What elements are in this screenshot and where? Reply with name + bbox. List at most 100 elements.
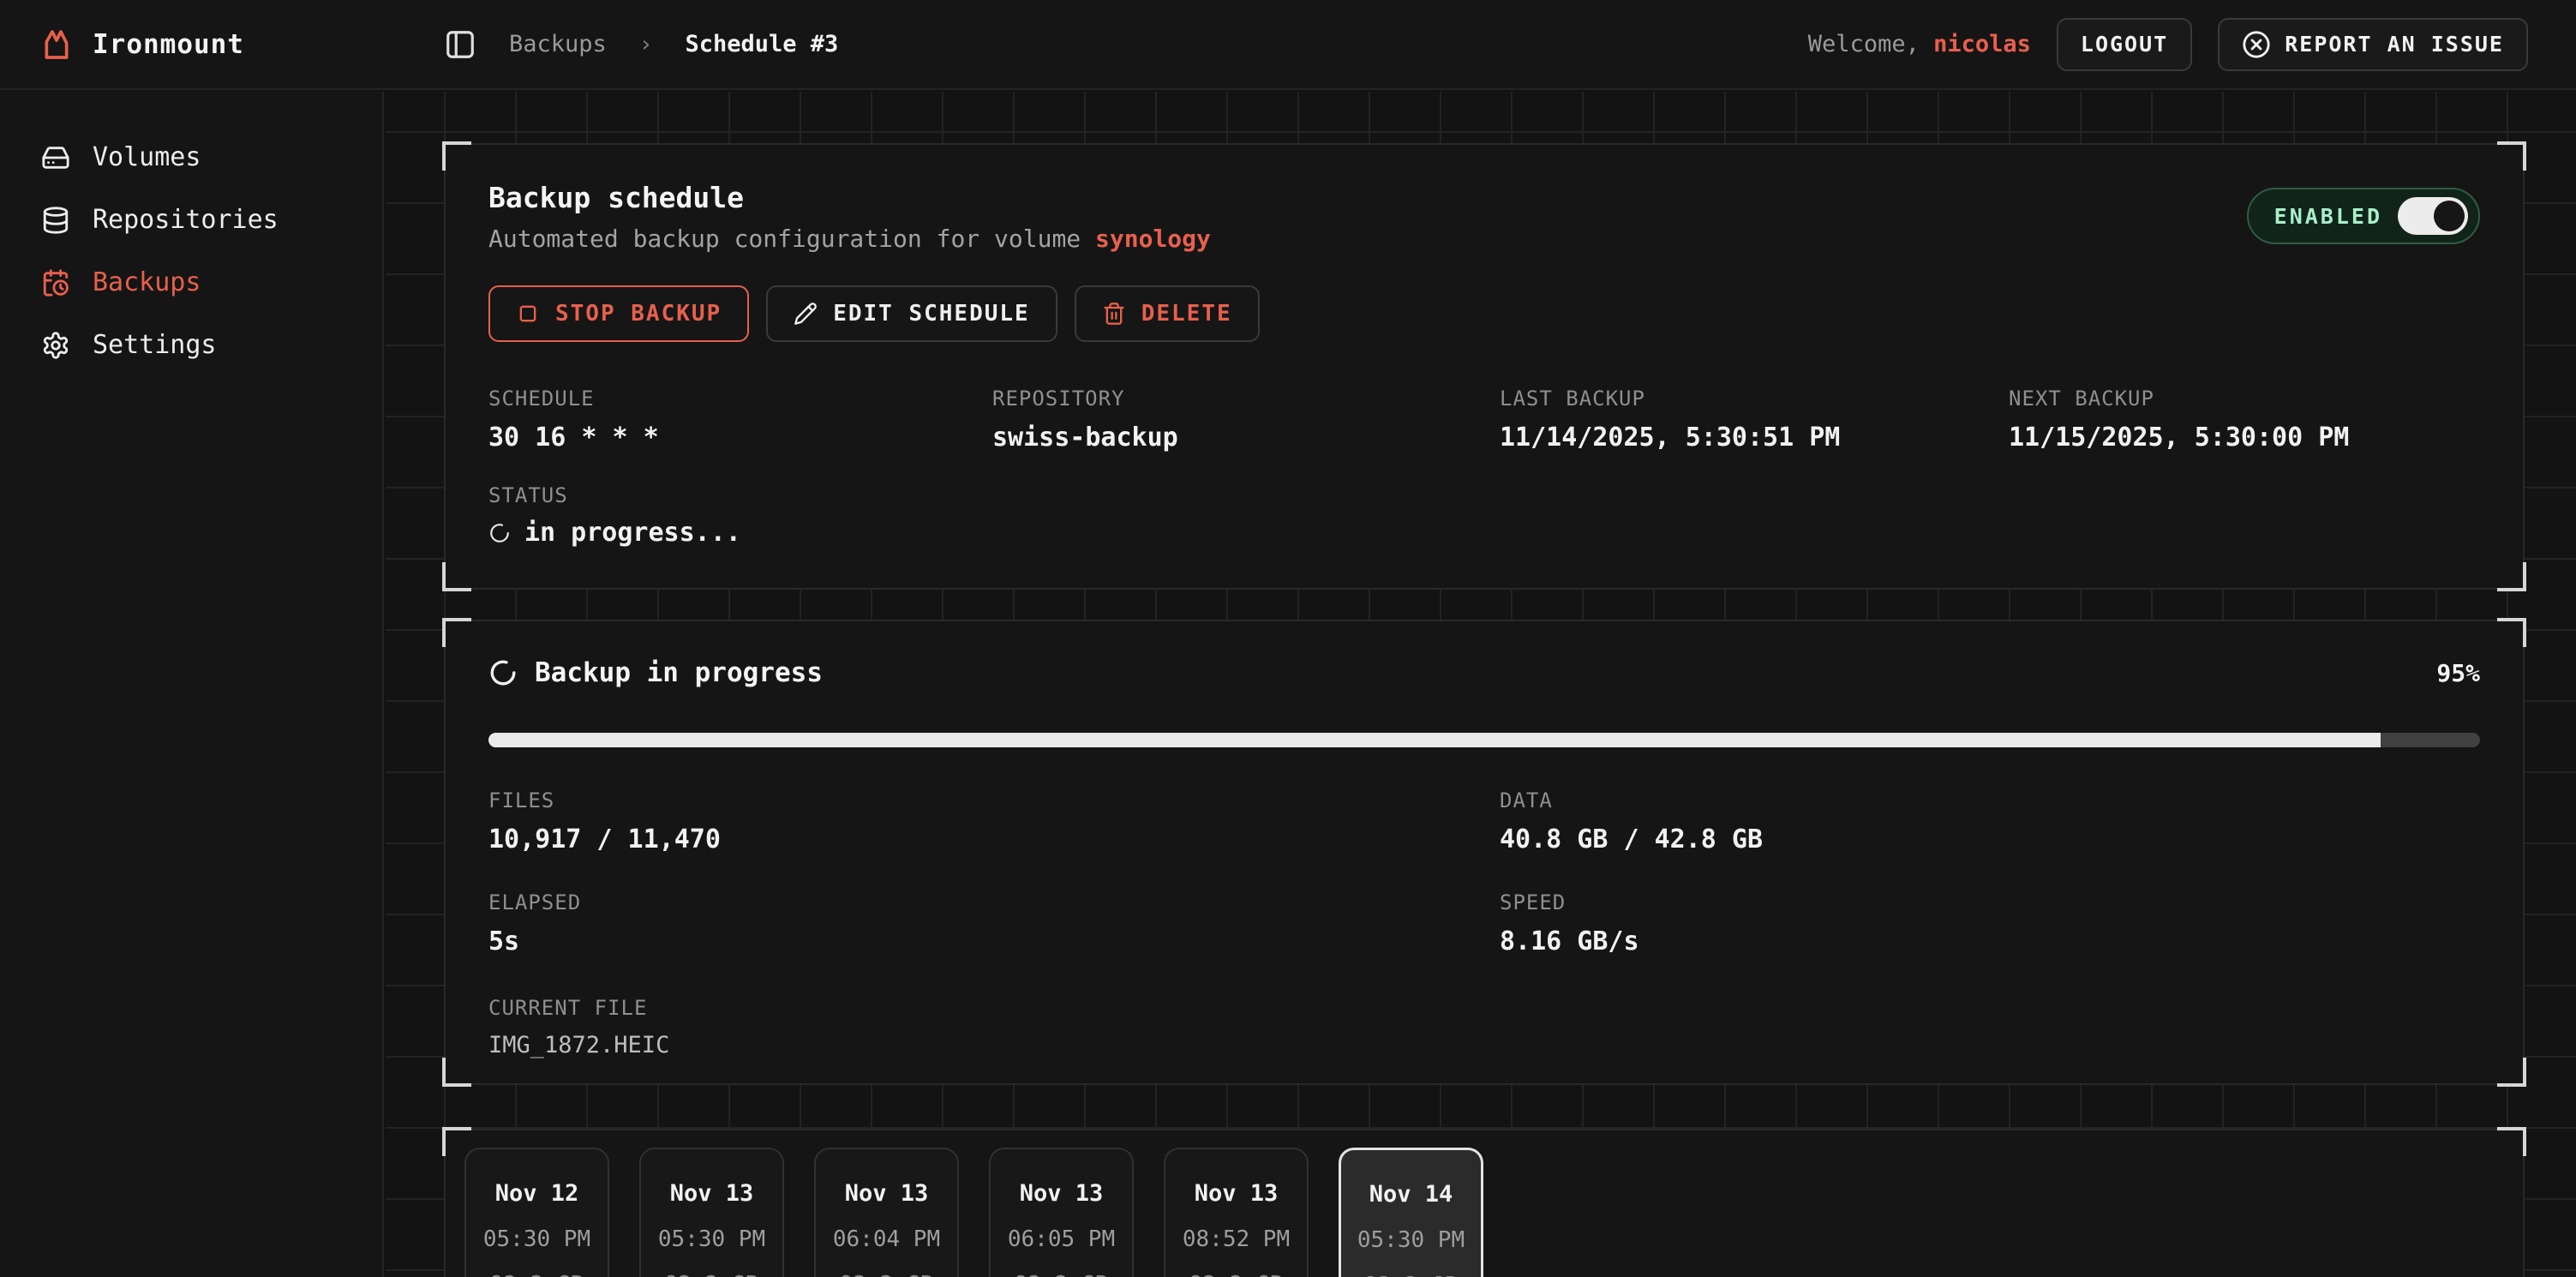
sidebar: Volumes Repositories Backups Settings <box>0 92 384 1277</box>
snapshot-card[interactable]: Nov 13 06:05 PM 92.2 GB <box>989 1148 1134 1277</box>
field-value: 11/14/2025, 5:30:51 PM <box>1500 423 2009 453</box>
enabled-label: ENABLED <box>2274 204 2382 229</box>
stat-elapsed: ELAPSED 5s <box>488 890 1500 956</box>
snapshot-size: 92.2 GB <box>665 1272 759 1277</box>
stat-value: 40.8 GB / 42.8 GB <box>1500 824 2480 854</box>
corner-bracket <box>442 141 471 171</box>
stop-backup-button[interactable]: STOP BACKUP <box>488 285 749 342</box>
stat-label: DATA <box>1500 788 2480 812</box>
chevron-right-icon: › <box>639 32 653 57</box>
snapshot-time: 05:30 PM <box>1357 1227 1465 1253</box>
snapshot-time: 05:30 PM <box>658 1226 765 1252</box>
edit-schedule-label: EDIT SCHEDULE <box>833 301 1030 327</box>
field-label: SCHEDULE <box>488 387 992 411</box>
snapshot-card-selected[interactable]: Nov 14 05:30 PM 92.2 GB <box>1339 1148 1483 1277</box>
corner-bracket <box>442 618 471 647</box>
stat-label: SPEED <box>1500 890 2480 914</box>
subtitle-prefix: Automated backup configuration for volum… <box>488 225 1095 253</box>
snapshot-date: Nov 13 <box>670 1180 754 1207</box>
snapshot-size: 92.2 GB <box>1189 1272 1284 1277</box>
stat-speed: SPEED 8.16 GB/s <box>1500 890 2480 956</box>
gear-icon <box>41 331 70 360</box>
field-value: 30 16 * * * <box>488 423 992 453</box>
snapshot-time: 06:05 PM <box>1008 1226 1115 1252</box>
sidebar-item-label: Volumes <box>93 142 201 172</box>
sidebar-item-settings[interactable]: Settings <box>0 314 382 376</box>
sidebar-item-backups[interactable]: Backups <box>0 251 382 314</box>
field-label: NEXT BACKUP <box>2009 387 2480 411</box>
ironmount-logo-icon <box>39 27 74 62</box>
card-subtitle: Automated backup configuration for volum… <box>488 225 1211 253</box>
stat-data: DATA 40.8 GB / 42.8 GB <box>1500 788 2480 854</box>
snapshot-size: 92.2 GB <box>490 1272 584 1277</box>
snapshot-size: 92.2 GB <box>1015 1272 1109 1277</box>
field-value: swiss-backup <box>992 423 1500 453</box>
snapshot-date: Nov 13 <box>845 1180 929 1207</box>
progress-bar-track <box>488 733 2480 747</box>
snapshot-date: Nov 13 <box>1195 1180 1279 1207</box>
progress-title-wrap: Backup in progress <box>488 657 823 688</box>
report-issue-label: REPORT AN ISSUE <box>2285 32 2504 57</box>
breadcrumb-section[interactable]: Backups <box>509 31 607 57</box>
panel-left-icon[interactable] <box>444 28 476 61</box>
top-bar: Ironmount Backups › Schedule #3 Welcome,… <box>0 0 2576 90</box>
snapshot-card[interactable]: Nov 13 06:04 PM 92.2 GB <box>814 1148 959 1277</box>
progress-title: Backup in progress <box>535 657 823 688</box>
schedule-card-header: Backup schedule Automated backup configu… <box>488 181 2480 253</box>
spinner-icon <box>488 522 511 544</box>
field-schedule: SCHEDULE 30 16 * * * <box>488 387 992 453</box>
corner-bracket <box>442 1127 471 1156</box>
current-file-value: IMG_1872.HEIC <box>488 1032 2480 1058</box>
backup-progress-card: Backup in progress 95% FILES 10,917 / 11… <box>444 620 2525 1085</box>
progress-header: Backup in progress 95% <box>488 657 2480 688</box>
field-last-backup: LAST BACKUP 11/14/2025, 5:30:51 PM <box>1500 387 2009 453</box>
stat-label: ELAPSED <box>488 890 1500 914</box>
trash-icon <box>1102 302 1126 326</box>
sidebar-item-volumes[interactable]: Volumes <box>0 126 382 189</box>
snapshot-list: Nov 12 05:30 PM 92.2 GB Nov 13 05:30 PM … <box>464 1148 2504 1277</box>
corner-bracket <box>2497 1127 2526 1156</box>
schedule-fields: SCHEDULE 30 16 * * * REPOSITORY swiss-ba… <box>488 387 2480 453</box>
delete-label: DELETE <box>1141 301 1232 327</box>
sidebar-item-repositories[interactable]: Repositories <box>0 189 382 251</box>
app-title: Ironmount <box>93 29 244 60</box>
toggle-knob <box>2434 201 2465 231</box>
current-file-block: CURRENT FILE IMG_1872.HEIC <box>488 996 2480 1058</box>
stat-label: FILES <box>488 788 1500 812</box>
snapshot-card[interactable]: Nov 12 05:30 PM 92.2 GB <box>464 1148 609 1277</box>
database-icon <box>41 206 70 235</box>
stat-value: 10,917 / 11,470 <box>488 824 1500 854</box>
header-actions: Welcome, nicolas LOGOUT REPORT AN ISSUE <box>1808 18 2576 71</box>
welcome-text: Welcome, nicolas <box>1808 31 2031 57</box>
progress-fill <box>488 733 2381 747</box>
corner-bracket <box>2497 1058 2526 1087</box>
toggle-switch[interactable] <box>2398 197 2468 235</box>
report-issue-button[interactable]: REPORT AN ISSUE <box>2218 18 2528 71</box>
logout-button[interactable]: LOGOUT <box>2057 18 2192 71</box>
corner-bracket <box>2497 141 2526 171</box>
corner-bracket <box>442 562 471 591</box>
snapshots-section: Nov 12 05:30 PM 92.2 GB Nov 13 05:30 PM … <box>444 1129 2525 1277</box>
snapshot-card[interactable]: Nov 13 05:30 PM 92.2 GB <box>639 1148 784 1277</box>
spinner-icon <box>488 658 518 687</box>
report-issue-icon <box>2242 30 2271 59</box>
enabled-toggle[interactable]: ENABLED <box>2247 188 2480 244</box>
breadcrumb-current: Schedule #3 <box>685 31 838 57</box>
snapshot-card[interactable]: Nov 13 08:52 PM 92.2 GB <box>1164 1148 1309 1277</box>
stop-backup-label: STOP BACKUP <box>555 301 722 327</box>
snapshot-date: Nov 13 <box>1020 1180 1104 1207</box>
delete-button[interactable]: DELETE <box>1075 285 1260 342</box>
corner-bracket <box>442 1058 471 1087</box>
status-value: in progress... <box>524 518 741 548</box>
schedule-actions: STOP BACKUP EDIT SCHEDULE DELETE <box>488 285 2480 342</box>
snapshot-size: 92.2 GB <box>1364 1273 1459 1277</box>
progress-percent: 95% <box>2436 659 2480 687</box>
corner-bracket <box>2497 562 2526 591</box>
status-label: STATUS <box>488 483 2480 507</box>
sidebar-item-label: Settings <box>93 330 217 360</box>
calendar-clock-icon <box>41 268 70 297</box>
snapshot-time: 05:30 PM <box>483 1226 590 1252</box>
snapshot-date: Nov 12 <box>495 1180 579 1207</box>
edit-schedule-button[interactable]: EDIT SCHEDULE <box>766 285 1057 342</box>
corner-bracket <box>2497 618 2526 647</box>
